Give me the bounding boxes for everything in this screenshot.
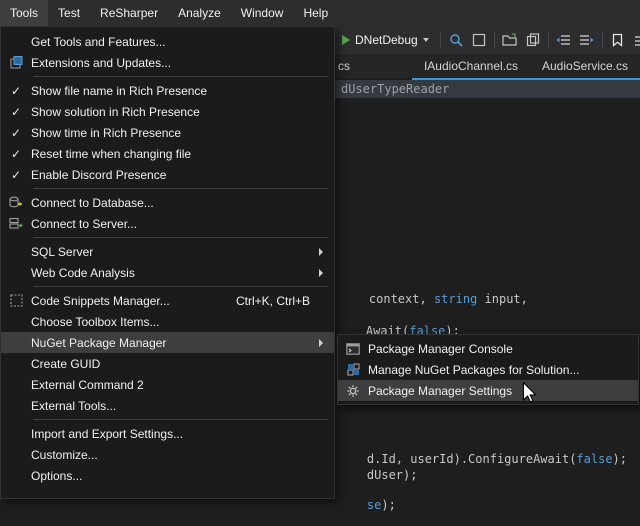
copy-document-icon[interactable] [525,32,541,48]
code-snippets-icon [1,294,31,307]
menu-item-sql-server[interactable]: SQL Server [1,241,334,262]
gear-icon [338,384,368,398]
submenu-item-package-manager-console[interactable]: Package Manager Console [338,338,638,359]
menu-item-import-export-settings[interactable]: Import and Export Settings... [1,423,334,444]
menu-item-code-snippets-manager[interactable]: Code Snippets Manager... Ctrl+K, Ctrl+B [1,290,334,311]
connect-server-icon [1,217,31,230]
start-debug-button[interactable]: DNetDebug [338,31,433,49]
menu-bar: Tools Test ReSharper Analyze Window Help [0,0,640,26]
toolbar-separator [494,32,495,48]
menu-item-label: External Tools... [31,399,328,413]
debug-target-label: DNetDebug [355,33,418,47]
menu-item-label: Create GUID [31,357,328,371]
menu-item-choose-toolbox-items[interactable]: Choose Toolbox Items... [1,311,334,332]
checkmark-icon: ✓ [11,148,21,160]
new-item-icon[interactable] [471,32,487,48]
menu-item-label: Connect to Database... [31,196,328,210]
task-list-icon[interactable] [633,32,640,48]
menubar-item-window[interactable]: Window [231,0,294,26]
chevron-down-icon [423,38,429,42]
menu-item-label: Choose Toolbox Items... [31,315,328,329]
menu-item-label: Import and Export Settings... [31,427,328,441]
submenu-arrow-icon [314,248,328,256]
submenu-item-manage-nuget-packages-solution[interactable]: Manage NuGet Packages for Solution... [338,359,638,380]
menu-item-label: Package Manager Console [368,342,632,356]
open-file-icon[interactable] [502,32,518,48]
menu-item-web-code-analysis[interactable]: Web Code Analysis [1,262,334,283]
checkmark-icon: ✓ [11,85,21,97]
checkmark-icon: ✓ [11,127,21,139]
submenu-item-package-manager-settings[interactable]: Package Manager Settings [338,380,638,401]
document-tab-partial[interactable]: cs [335,54,412,78]
menu-item-create-guid[interactable]: Create GUID [1,353,334,374]
navigate-forward-list-icon[interactable] [579,32,595,48]
menu-item-shortcut: Ctrl+K, Ctrl+B [236,294,310,308]
menu-item-extensions-and-updates[interactable]: Extensions and Updates... [1,52,334,73]
tools-menu: Get Tools and Features... Extensions and… [0,26,335,499]
menu-item-label: Reset time when changing file [31,147,328,161]
menu-item-external-tools[interactable]: External Tools... [1,395,334,416]
menu-item-nuget-package-manager[interactable]: NuGet Package Manager [1,332,334,353]
menu-item-customize[interactable]: Customize... [1,444,334,465]
menu-item-show-file-name-rich-presence[interactable]: ✓ Show file name in Rich Presence [1,80,334,101]
menu-item-label: Show file name in Rich Presence [31,84,328,98]
checkmark-icon: ✓ [11,106,21,118]
menu-item-label: SQL Server [31,245,314,259]
menu-item-label: Show solution in Rich Presence [31,105,328,119]
menu-item-show-time-rich-presence[interactable]: ✓ Show time in Rich Presence [1,122,334,143]
menu-item-connect-to-database[interactable]: Connect to Database... [1,192,334,213]
menu-item-label: Extensions and Updates... [31,56,328,70]
menu-separator [33,419,328,420]
menu-item-label: Manage NuGet Packages for Solution... [368,363,632,377]
code-line: se); [338,484,396,526]
menu-item-label: External Command 2 [31,378,328,392]
menubar-item-help[interactable]: Help [293,0,338,26]
menu-item-label: Get Tools and Features... [31,35,328,49]
menu-item-enable-discord-presence[interactable]: ✓ Enable Discord Presence [1,164,334,185]
menu-item-label: Package Manager Settings [368,384,632,398]
menu-item-label: Enable Discord Presence [31,168,328,182]
menu-item-label: Code Snippets Manager... [31,294,224,308]
menu-item-external-command-2[interactable]: External Command 2 [1,374,334,395]
menubar-item-resharper[interactable]: ReSharper [90,0,168,26]
manage-packages-icon [338,363,368,376]
navigation-type-name: dUserTypeReader [341,82,449,96]
menu-item-label: Connect to Server... [31,217,328,231]
play-icon [342,35,350,45]
find-in-files-icon[interactable] [448,32,464,48]
menu-item-label: Web Code Analysis [31,266,314,280]
menu-item-get-tools-and-features[interactable]: Get Tools and Features... [1,31,334,52]
menu-item-show-solution-rich-presence[interactable]: ✓ Show solution in Rich Presence [1,101,334,122]
submenu-arrow-icon [314,339,328,347]
menubar-item-tools[interactable]: Tools [0,0,48,26]
connect-database-icon [1,196,31,209]
toolbar-separator [548,32,549,48]
menu-item-reset-time-when-changing-file[interactable]: ✓ Reset time when changing file [1,143,334,164]
menu-separator [33,286,328,287]
submenu-arrow-icon [314,269,328,277]
menu-item-label: Show time in Rich Presence [31,126,328,140]
menu-item-options[interactable]: Options... [1,465,334,486]
document-tab-audioservice[interactable]: AudioService.cs [530,54,640,78]
menu-item-label: Options... [31,469,328,483]
document-tab-iaudiochannel[interactable]: IAudioChannel.cs [412,54,530,78]
menu-separator [33,188,328,189]
toolbar-separator [602,32,603,48]
menu-separator [33,237,328,238]
menu-item-label: NuGet Package Manager [31,336,314,350]
menu-item-connect-to-server[interactable]: Connect to Server... [1,213,334,234]
toolbar-separator [440,32,441,48]
nuget-submenu: Package Manager Console Manage NuGet Pac… [337,334,639,405]
checkmark-icon: ✓ [11,169,21,181]
menu-item-label: Customize... [31,448,328,462]
bookmark-icon[interactable] [610,32,626,48]
console-icon [338,343,368,355]
menubar-item-analyze[interactable]: Analyze [168,0,231,26]
extensions-icon [1,56,31,69]
navigate-backward-list-icon[interactable] [556,32,572,48]
menu-separator [33,76,328,77]
menubar-item-test[interactable]: Test [48,0,90,26]
